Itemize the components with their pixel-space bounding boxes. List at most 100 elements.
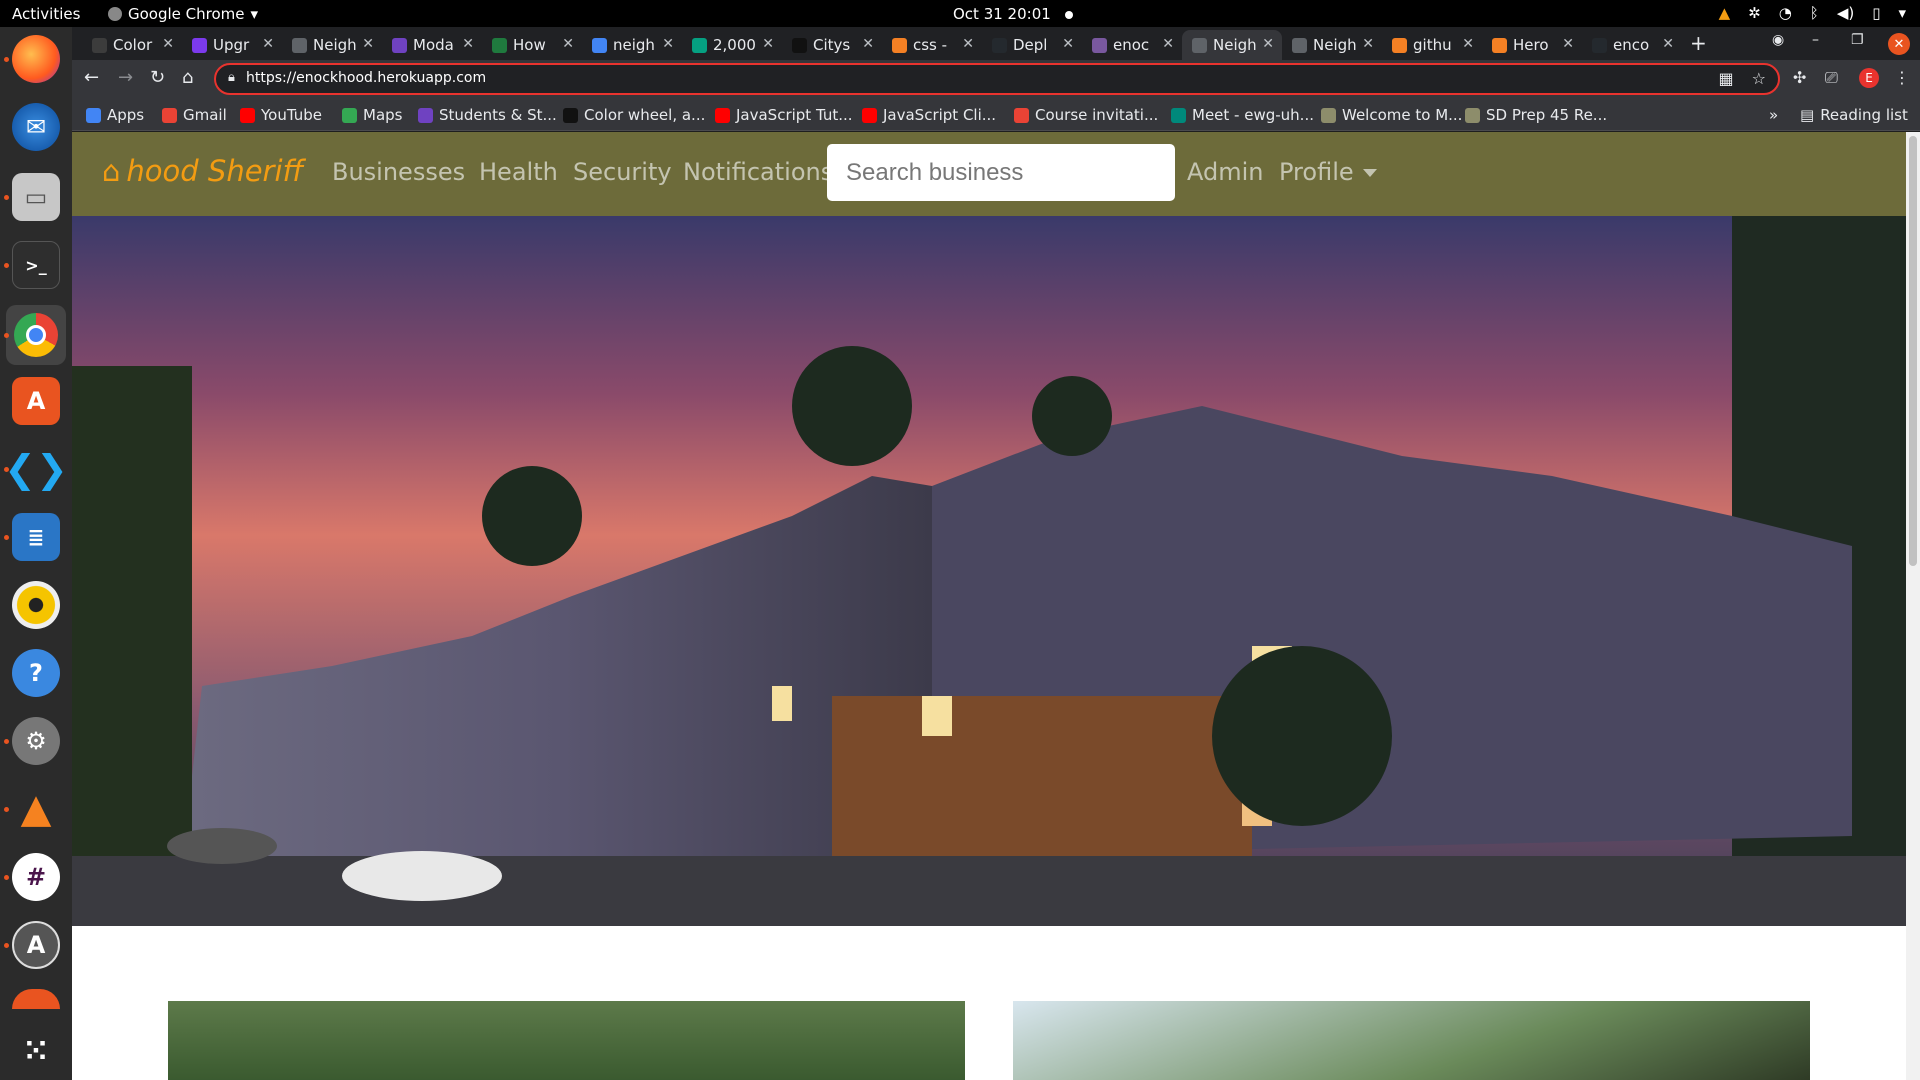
extensions-icon[interactable]: ✣	[1793, 68, 1806, 87]
bookmark-item[interactable]: Welcome to M...	[1321, 106, 1462, 124]
nav-notifications[interactable]: Notifications	[683, 158, 833, 186]
activities-button[interactable]: Activities	[12, 5, 80, 23]
reload-icon[interactable]: ↻	[150, 67, 165, 88]
thunderbird-icon[interactable]: ✉	[12, 103, 60, 151]
browser-tab[interactable]: How ✕	[482, 30, 582, 60]
lock-icon[interactable]: 🔒︎	[228, 70, 235, 85]
clock[interactable]: Oct 31 20:01	[953, 5, 1073, 23]
browser-tab[interactable]: Moda ✕	[382, 30, 482, 60]
close-window-button[interactable]: ✕	[1888, 33, 1910, 55]
menu-kebab-icon[interactable]: ⋮	[1894, 68, 1910, 87]
browser-tab[interactable]: Neigh ✕	[1282, 30, 1382, 60]
qr-code-icon[interactable]: ▦	[1719, 69, 1734, 88]
show-apps-icon[interactable]: ⁙	[12, 1027, 60, 1075]
bookmark-item[interactable]: Gmail	[162, 106, 227, 124]
slack-icon[interactable]: #	[12, 853, 60, 901]
browser-tab[interactable]: enoc ✕	[1082, 30, 1182, 60]
bookmark-item[interactable]: Course invitati...	[1014, 106, 1158, 124]
cast-icon[interactable]: ⎚	[1825, 68, 1838, 88]
nav-profile-dropdown[interactable]: Profile	[1279, 158, 1377, 186]
browser-tab[interactable]: Upgr ✕	[182, 30, 282, 60]
minimize-button[interactable]: –	[1812, 32, 1819, 48]
brand-link[interactable]: ⌂ hood Sheriff	[102, 154, 303, 188]
bluetooth-icon[interactable]: ᛒ	[1810, 4, 1819, 22]
firefox-icon[interactable]	[12, 35, 60, 83]
nav-businesses[interactable]: Businesses	[332, 158, 465, 186]
close-tab-icon[interactable]: ✕	[1462, 36, 1474, 52]
vlc-icon[interactable]: ▲	[12, 785, 60, 833]
close-tab-icon[interactable]: ✕	[662, 36, 674, 52]
close-tab-icon[interactable]: ✕	[862, 36, 874, 52]
nav-admin[interactable]: Admin	[1187, 158, 1264, 186]
nav-health[interactable]: Health	[479, 158, 558, 186]
bookmark-item[interactable]: Color wheel, a...	[563, 106, 705, 124]
app-menu[interactable]: Google Chrome ▾	[108, 5, 258, 23]
browser-tab[interactable]: Neigh ✕	[1182, 30, 1282, 60]
battery-icon[interactable]: ▯	[1872, 4, 1880, 22]
bookmark-star-icon[interactable]: ☆	[1752, 69, 1766, 88]
wifi-icon[interactable]: ◔	[1779, 4, 1792, 22]
bookmark-item[interactable]: Maps	[342, 106, 402, 124]
close-tab-icon[interactable]: ✕	[362, 36, 374, 52]
bookmark-item[interactable]: YouTube	[240, 106, 322, 124]
close-tab-icon[interactable]: ✕	[1262, 36, 1274, 52]
software-center-icon[interactable]: A	[12, 377, 60, 425]
close-tab-icon[interactable]: ✕	[1162, 36, 1174, 52]
close-tab-icon[interactable]: ✕	[562, 36, 574, 52]
page-scrollbar[interactable]	[1906, 132, 1920, 1080]
system-tray[interactable]: ▲ ✲ ◔ ᛒ ◀) ▯ ▾	[1719, 4, 1906, 22]
close-tab-icon[interactable]: ✕	[462, 36, 474, 52]
nav-security[interactable]: Security	[573, 158, 672, 186]
scrollbar-thumb[interactable]	[1909, 136, 1917, 566]
close-tab-icon[interactable]: ✕	[1562, 36, 1574, 52]
forward-icon[interactable]: →	[118, 67, 133, 88]
bookmark-item[interactable]: JavaScript Tut...	[715, 106, 853, 124]
browser-tab[interactable]: 2,000 ✕	[682, 30, 782, 60]
address-bar-url[interactable]: https://enockhood.herokuapp.com	[246, 70, 486, 86]
browser-tab[interactable]: Neigh ✕	[282, 30, 382, 60]
bookmark-item[interactable]: Meet - ewg-uh...	[1171, 106, 1314, 124]
close-tab-icon[interactable]: ✕	[162, 36, 174, 52]
bookmark-item[interactable]: JavaScript Cli...	[862, 106, 996, 124]
restore-button[interactable]: ❐	[1851, 32, 1864, 48]
profile-avatar[interactable]: E	[1859, 68, 1879, 88]
browser-tab[interactable]: enco ✕	[1582, 30, 1682, 60]
browser-tab[interactable]: githu ✕	[1382, 30, 1482, 60]
browser-tab[interactable]: neigh ✕	[582, 30, 682, 60]
browser-tab[interactable]: Citys ✕	[782, 30, 882, 60]
bookmarks-overflow-icon[interactable]: »	[1769, 106, 1778, 124]
rhythmbox-icon[interactable]	[12, 581, 60, 629]
tab-search-icon[interactable]: ◉	[1772, 32, 1784, 48]
browser-tab[interactable]: css - ✕	[882, 30, 982, 60]
card-image-left[interactable]	[168, 1001, 965, 1080]
close-tab-icon[interactable]: ✕	[1362, 36, 1374, 52]
browser-tab[interactable]: Hero ✕	[1482, 30, 1582, 60]
settings-icon[interactable]: ⚙	[12, 717, 60, 765]
close-tab-icon[interactable]: ✕	[262, 36, 274, 52]
new-tab-button[interactable]: +	[1690, 31, 1707, 55]
vscode-icon[interactable]: ❮❯	[4, 445, 68, 493]
address-bar[interactable]: 🔒︎ https://enockhood.herokuapp.com ▦ ☆	[214, 63, 1780, 95]
settings-tray-icon[interactable]: ✲	[1748, 4, 1761, 22]
close-tab-icon[interactable]: ✕	[1062, 36, 1074, 52]
card-image-right[interactable]	[1013, 1001, 1810, 1080]
chevron-down-icon[interactable]: ▾	[1898, 4, 1906, 22]
software-updater-icon[interactable]: A	[12, 921, 60, 969]
bookmark-item[interactable]: SD Prep 45 Re...	[1465, 106, 1607, 124]
files-icon[interactable]: ▭	[12, 173, 60, 221]
volume-icon[interactable]: ◀)	[1837, 4, 1854, 22]
bookmark-item[interactable]: Students & St...	[418, 106, 557, 124]
help-icon[interactable]: ?	[12, 649, 60, 697]
vlc-tray-icon[interactable]: ▲	[1719, 4, 1731, 22]
close-tab-icon[interactable]: ✕	[1662, 36, 1674, 52]
close-tab-icon[interactable]: ✕	[962, 36, 974, 52]
text-editor-icon[interactable]: ≣	[12, 513, 60, 561]
home-icon[interactable]: ⌂	[182, 67, 193, 88]
reading-list[interactable]: ▤ Reading list	[1800, 106, 1908, 124]
browser-tab[interactable]: Color ✕	[82, 30, 182, 60]
ubuntu-icon[interactable]	[12, 989, 60, 1009]
browser-tab[interactable]: Depl ✕	[982, 30, 1082, 60]
chrome-icon[interactable]	[6, 305, 66, 365]
close-tab-icon[interactable]: ✕	[762, 36, 774, 52]
search-business-input[interactable]	[827, 144, 1175, 201]
